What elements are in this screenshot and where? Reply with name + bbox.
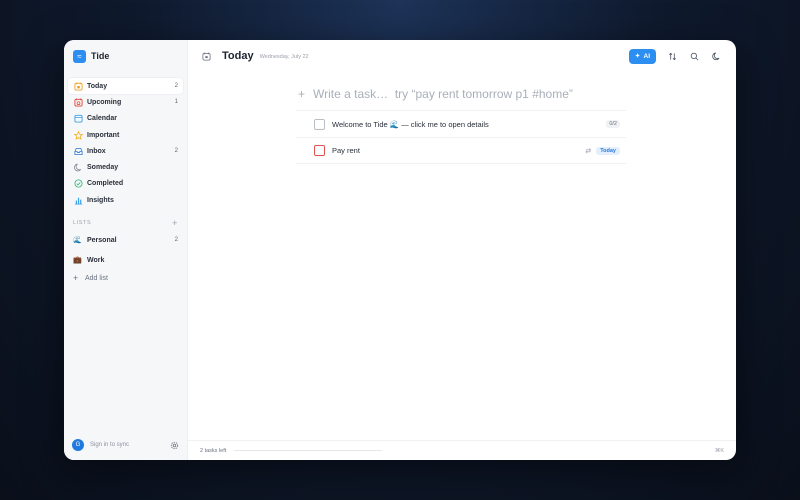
sidebar-item-count: 2 xyxy=(174,83,178,90)
add-list-button[interactable]: + Add list xyxy=(64,270,187,286)
task-list: Welcome to Tide 🌊 — click me to open det… xyxy=(296,110,626,164)
page-date: Wednesday, July 22 xyxy=(259,53,309,60)
ai-button-label: AI xyxy=(643,52,651,60)
main-panel: Today Wednesday, July 22 ✦ AI + Write a … xyxy=(188,40,736,460)
bar-chart-icon xyxy=(73,195,83,205)
task-row[interactable]: Pay rent ⇄ Today xyxy=(296,137,626,164)
calendar-upcoming-icon xyxy=(73,97,83,107)
repeat-icon: ⇄ xyxy=(585,147,592,155)
progress-bar xyxy=(234,449,383,452)
sidebar-item-count: 1 xyxy=(174,99,178,106)
sidebar-item-someday[interactable]: Someday xyxy=(68,159,183,175)
task-checkbox[interactable] xyxy=(314,145,325,156)
calendar-today-icon xyxy=(73,81,83,91)
sidebar-item-completed[interactable]: Completed xyxy=(68,176,183,192)
sidebar-item-today[interactable]: Today 2 xyxy=(68,78,183,95)
sidebar-item-label: Upcoming xyxy=(87,98,122,106)
add-list-plus-icon[interactable]: + xyxy=(172,218,178,228)
task-title: Pay rent xyxy=(332,146,360,155)
topbar-actions: ✦ AI xyxy=(628,48,722,64)
sidebar-item-label: Insights xyxy=(87,196,114,204)
sidebar-item-calendar[interactable]: Calendar xyxy=(68,111,183,127)
new-task-input[interactable] xyxy=(313,87,628,101)
gear-icon[interactable] xyxy=(169,440,179,450)
sidebar-item-upcoming[interactable]: Upcoming 1 xyxy=(68,94,183,110)
sidebar-item-important[interactable]: Important xyxy=(68,127,183,143)
sidebar-item-label: Someday xyxy=(87,164,119,172)
search-icon[interactable] xyxy=(688,50,700,62)
sort-icon[interactable] xyxy=(666,50,678,62)
sidebar-item-label: Today xyxy=(87,82,108,90)
sidebar-item-count: 2 xyxy=(174,148,178,155)
sign-in-to-sync-link[interactable]: Sign in to sync xyxy=(90,442,169,448)
task-title: Welcome to Tide 🌊 — click me to open det… xyxy=(332,119,489,129)
plus-icon: + xyxy=(298,87,306,101)
moon-icon xyxy=(73,163,83,173)
sidebar-item-insights[interactable]: Insights xyxy=(68,192,183,208)
calendar-icon xyxy=(73,114,83,124)
ai-button[interactable]: ✦ AI xyxy=(628,48,656,64)
sidebar-item-label: Inbox xyxy=(87,147,106,155)
brand: ≈ Tide xyxy=(64,40,187,72)
status-footer: 2 tasks left ⌘K xyxy=(188,440,736,460)
calendar-icon xyxy=(202,51,212,61)
task-composer: + xyxy=(298,83,628,105)
plus-icon: + xyxy=(73,273,79,284)
dark-mode-moon-icon[interactable] xyxy=(710,50,722,62)
tide-logo-icon: ≈ xyxy=(73,49,86,63)
star-icon xyxy=(73,130,83,140)
topbar: Today Wednesday, July 22 ✦ AI xyxy=(188,40,736,72)
task-checkbox[interactable] xyxy=(314,118,325,130)
list-count: 2 xyxy=(174,237,178,244)
tasks-left-count: 2 tasks left xyxy=(200,447,227,454)
sidebar-item-label: Important xyxy=(87,131,120,139)
list-item-personal[interactable]: 🌊 Personal 2 xyxy=(64,230,187,250)
app-window: ≈ Tide Today 2 Upcoming 1 Calendar Impor… xyxy=(64,40,736,460)
due-date-badge: Today xyxy=(596,146,620,155)
sidebar-item-inbox[interactable]: Inbox 2 xyxy=(68,143,183,159)
sidebar-item-label: Calendar xyxy=(87,115,117,123)
sidebar-nav: Today 2 Upcoming 1 Calendar Important In… xyxy=(64,78,187,208)
app-name: Tide xyxy=(91,51,110,61)
list-item-work[interactable]: 💼 Work xyxy=(64,250,187,270)
add-list-label: Add list xyxy=(85,274,108,282)
lists-header-label: LISTS xyxy=(73,220,92,227)
avatar[interactable]: G xyxy=(72,439,84,451)
command-shortcut-hint[interactable]: ⌘K xyxy=(715,448,724,454)
lists-header: LISTS + xyxy=(64,216,187,230)
list-label: Personal xyxy=(87,236,117,244)
sidebar: ≈ Tide Today 2 Upcoming 1 Calendar Impor… xyxy=(64,40,188,460)
task-row[interactable]: Welcome to Tide 🌊 — click me to open det… xyxy=(296,110,626,137)
check-circle-icon xyxy=(73,179,83,189)
list-label: Work xyxy=(87,256,105,264)
subtask-count-badge: 0/2 xyxy=(606,120,620,128)
sidebar-item-label: Completed xyxy=(87,180,124,188)
list-emoji: 🌊 xyxy=(73,237,82,245)
sidebar-footer: G Sign in to sync xyxy=(72,438,179,452)
page-title: Today xyxy=(222,50,254,62)
inbox-icon xyxy=(73,146,83,156)
list-emoji: 💼 xyxy=(73,257,82,265)
sparkle-icon: ✦ xyxy=(634,53,641,60)
